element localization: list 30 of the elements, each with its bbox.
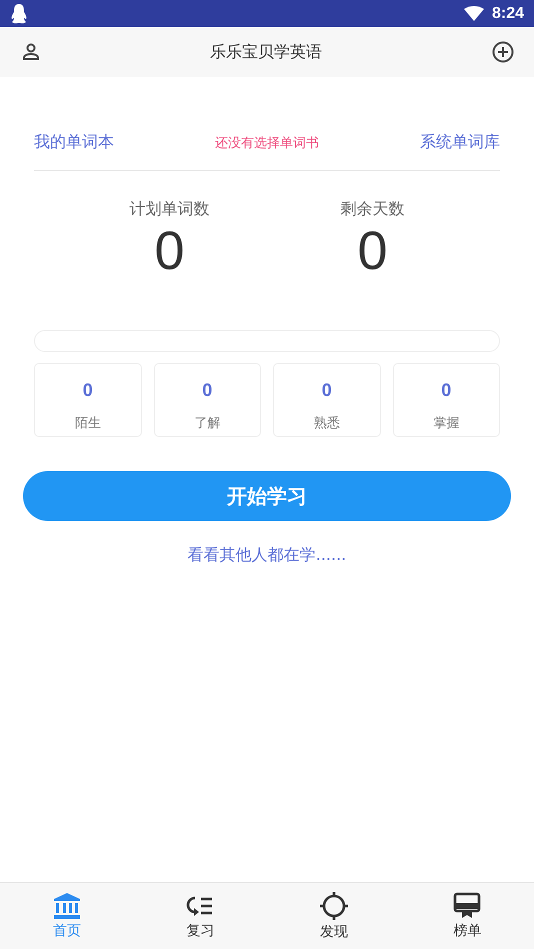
- stat-label: 剩余天数: [340, 199, 404, 220]
- level-label: 了解: [194, 415, 220, 432]
- app-title: 乐乐宝贝学英语: [210, 42, 322, 62]
- system-wordbank-link[interactable]: 系统单词库: [420, 132, 500, 153]
- wifi-icon: [464, 6, 484, 22]
- clock-time: 8:24: [492, 4, 524, 22]
- stat-value: 0: [357, 220, 388, 282]
- ribbon-card-icon: [453, 892, 482, 920]
- nav-tab[interactable]: 首页: [0, 883, 134, 949]
- level-count: 0: [202, 380, 212, 401]
- no-book-notice: 还没有选择单词书: [215, 134, 319, 152]
- level-count: 0: [441, 380, 452, 401]
- person-icon[interactable]: [22, 43, 40, 61]
- bank-icon: [52, 892, 81, 920]
- penguin-icon: [10, 4, 28, 24]
- nav-tab[interactable]: 发现: [267, 883, 400, 949]
- nav-tab[interactable]: 榜单: [400, 883, 534, 949]
- level-count: 0: [82, 380, 93, 401]
- add-icon[interactable]: [492, 41, 514, 63]
- level-count: 0: [322, 380, 332, 401]
- level-label: 陌生: [74, 415, 101, 432]
- stat-value: 0: [154, 220, 185, 282]
- my-wordbook-link[interactable]: 我的单词本: [34, 132, 114, 153]
- crosshair-icon: [318, 891, 349, 921]
- level-label: 熟悉: [314, 415, 340, 432]
- nav-tab[interactable]: 复习: [134, 883, 267, 949]
- level-label: 掌握: [433, 415, 460, 432]
- start-button[interactable]: 开始学习: [23, 471, 511, 521]
- others-link[interactable]: 看看其他人都在学......: [188, 545, 346, 564]
- stat-label: 计划单词数: [130, 199, 210, 220]
